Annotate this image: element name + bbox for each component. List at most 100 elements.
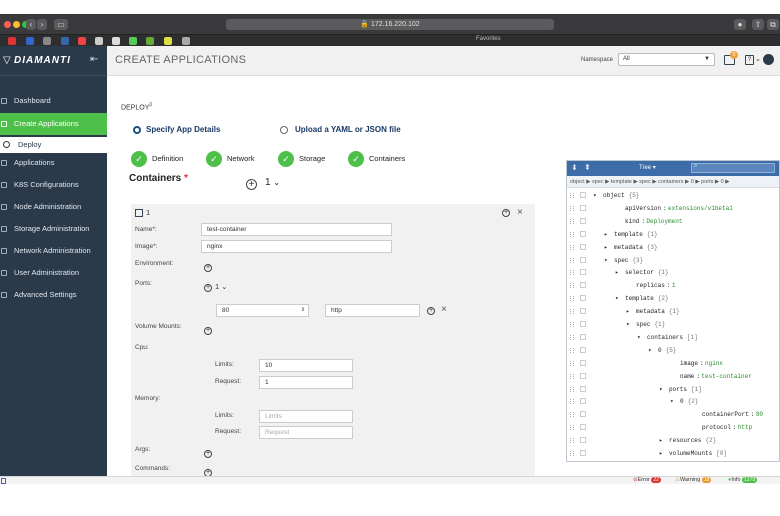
close-icon[interactable]: ×: [517, 207, 523, 218]
tree-key[interactable]: metadata: [636, 305, 665, 318]
tree-key[interactable]: containers: [647, 331, 683, 344]
help-chevron-icon[interactable]: ⌄: [755, 55, 761, 63]
row-checkbox[interactable]: [580, 308, 586, 315]
tree-value[interactable]: [0]: [716, 447, 727, 460]
tree-value[interactable]: http: [738, 421, 752, 434]
tree-value[interactable]: {2}: [658, 292, 669, 305]
drag-handle-icon[interactable]: [570, 231, 574, 237]
expand-icon[interactable]: ▸: [659, 434, 663, 447]
tree-value[interactable]: {2}: [688, 395, 699, 408]
favorite-site-icon[interactable]: [146, 37, 154, 45]
forward-icon[interactable]: ›: [37, 19, 47, 30]
cpu-limits-input[interactable]: 10: [259, 359, 353, 372]
namespace-select[interactable]: All ▼: [618, 53, 715, 66]
favorite-mail-icon[interactable]: [8, 37, 16, 45]
drag-handle-icon[interactable]: [570, 425, 574, 431]
tree-row[interactable]: ▾ containers [1]: [567, 331, 779, 344]
expand-all-icon[interactable]: ⇟: [571, 163, 578, 172]
row-checkbox[interactable]: [580, 204, 586, 211]
container-count-dropdown[interactable]: 1 ⌄: [265, 177, 280, 188]
row-checkbox[interactable]: [580, 346, 586, 353]
tree-key[interactable]: containerPort: [702, 408, 749, 421]
tree-row[interactable]: image: nginx: [567, 357, 779, 370]
sidebar-item-deploy[interactable]: Deploy: [0, 137, 107, 153]
drag-handle-icon[interactable]: [570, 244, 574, 250]
tree-row[interactable]: apiVersion: extensions/v1beta1: [567, 202, 779, 215]
name-input[interactable]: test-container: [201, 223, 392, 236]
tree-row[interactable]: name: test-container: [567, 370, 779, 383]
drag-handle-icon[interactable]: [570, 386, 574, 392]
tree-key[interactable]: 0: [658, 344, 662, 357]
tree-key[interactable]: volumeMounts: [669, 447, 712, 460]
collapse-all-icon[interactable]: ⇞: [584, 163, 591, 172]
tree-value[interactable]: {5}: [666, 344, 677, 357]
drag-handle-icon[interactable]: [570, 360, 574, 366]
add-icon[interactable]: +: [502, 209, 510, 217]
expand-icon[interactable]: ▸: [615, 266, 619, 279]
tree-key[interactable]: protocol: [702, 421, 731, 434]
tree-value[interactable]: Deployment: [646, 215, 682, 228]
tree-row[interactable]: ▸ resources {2}: [567, 434, 779, 447]
tree-value[interactable]: {5}: [629, 189, 640, 202]
drag-handle-icon[interactable]: [570, 270, 574, 276]
row-checkbox[interactable]: [580, 269, 586, 276]
collapse-icon[interactable]: ▾: [626, 318, 630, 331]
sidebar-item-advanced-settings[interactable]: Advanced Settings: [0, 284, 107, 306]
drag-handle-icon[interactable]: [570, 373, 574, 379]
favorite-site-icon[interactable]: [112, 37, 120, 45]
cpu-request-input[interactable]: 1: [259, 376, 353, 389]
sidebar-item-node-administration[interactable]: Node Administration: [0, 196, 107, 218]
remove-port-icon[interactable]: ×: [441, 304, 447, 315]
drag-handle-icon[interactable]: [570, 309, 574, 315]
favorite-site-icon[interactable]: [26, 37, 34, 45]
memory-request-input[interactable]: Request: [259, 426, 353, 439]
tree-row[interactable]: ▸ selector {1}: [567, 266, 779, 279]
tree-value[interactable]: test-container: [701, 370, 751, 383]
tree-key[interactable]: replicas: [636, 279, 665, 292]
download-icon[interactable]: ●: [734, 19, 746, 30]
protocol-input[interactable]: http: [325, 304, 420, 317]
drag-handle-icon[interactable]: [570, 193, 574, 198]
tree-key[interactable]: spec: [614, 254, 628, 267]
drag-handle-icon[interactable]: [570, 218, 574, 224]
add-port-icon[interactable]: +: [204, 284, 212, 292]
console-icon[interactable]: [1, 478, 6, 484]
help-icon[interactable]: ?: [745, 55, 754, 65]
expand-icon[interactable]: ▸: [604, 228, 608, 241]
memory-limits-input[interactable]: Limits: [259, 410, 353, 423]
drag-handle-icon[interactable]: [570, 296, 574, 302]
tree-row[interactable]: ▸ metadata {3}: [567, 241, 779, 254]
sidebar-item-create-applications[interactable]: Create Applications: [0, 113, 107, 135]
sidebar-item-storage-administration[interactable]: Storage Administration: [0, 218, 107, 240]
row-checkbox[interactable]: [580, 385, 586, 392]
tree-key[interactable]: template: [614, 228, 643, 241]
tree-key[interactable]: object: [603, 189, 625, 202]
collapse-sidebar-icon[interactable]: ⇤: [90, 54, 98, 65]
tabs-icon[interactable]: ⧉: [767, 19, 779, 30]
address-bar[interactable]: 🔒 172.16.220.102: [226, 19, 554, 30]
add-port-row-icon[interactable]: +: [427, 307, 435, 315]
sidebar-toggle-icon[interactable]: ▭: [54, 19, 68, 30]
tree-row[interactable]: ▾ spec {1}: [567, 318, 779, 331]
ports-count-dropdown[interactable]: 1 ⌄: [215, 282, 228, 291]
drag-handle-icon[interactable]: [570, 399, 574, 405]
row-checkbox[interactable]: [580, 450, 586, 456]
tree-key[interactable]: resources: [669, 434, 701, 447]
tree-key[interactable]: metadata: [614, 241, 643, 254]
info-indicator[interactable]: ●Info 1279: [728, 477, 758, 483]
row-checkbox[interactable]: [580, 243, 586, 250]
tree-key[interactable]: kind: [625, 215, 639, 228]
tree-row[interactable]: ▸ volumeMounts [0]: [567, 447, 779, 460]
tree-row[interactable]: ▾ template {2}: [567, 292, 779, 305]
tree-mode-dropdown[interactable]: Tree ▾: [639, 164, 656, 171]
specify-app-details-radio[interactable]: [133, 126, 141, 134]
favorite-site-icon[interactable]: [129, 37, 137, 45]
tree-key[interactable]: image: [680, 357, 698, 370]
tree-value[interactable]: [1]: [691, 383, 702, 396]
tree-value[interactable]: {1}: [658, 266, 669, 279]
error-indicator[interactable]: ⊘Error 22: [633, 477, 661, 483]
tree-row[interactable]: ▾ spec {3}: [567, 254, 779, 267]
tree-value[interactable]: {1}: [647, 228, 658, 241]
collapse-icon[interactable]: ▾: [593, 189, 597, 202]
collapse-icon[interactable]: ▾: [615, 292, 619, 305]
